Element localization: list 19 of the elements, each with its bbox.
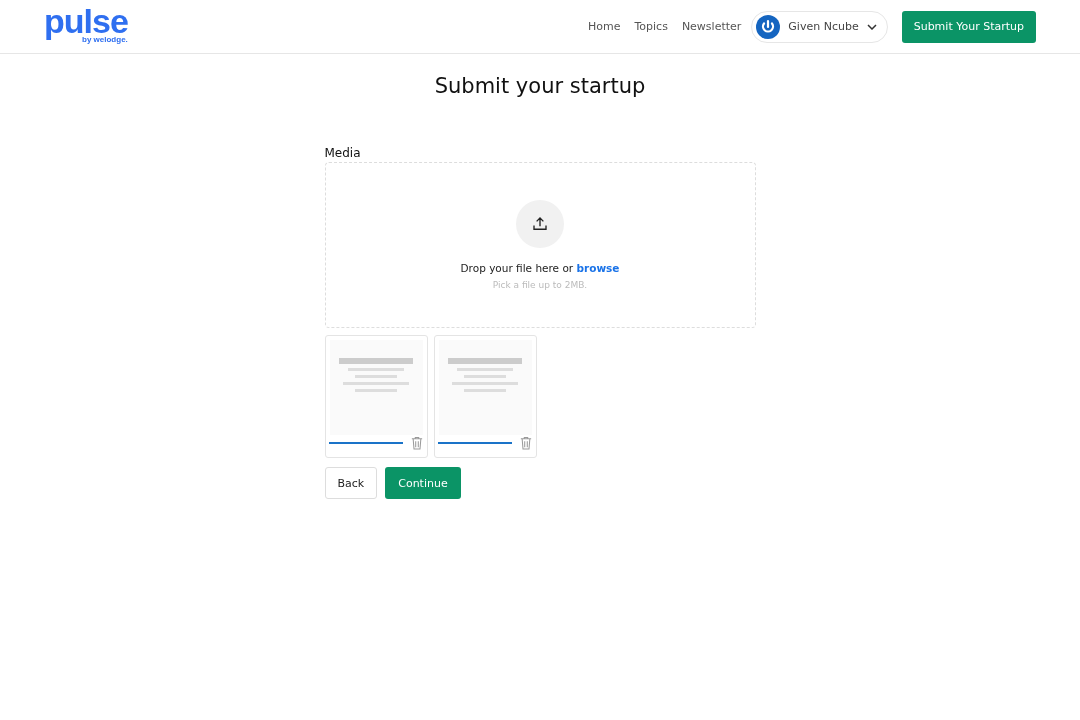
upload-icon: [516, 200, 564, 248]
trash-icon[interactable]: [410, 436, 423, 450]
file-size-hint: Pick a file up to 2MB.: [492, 280, 588, 290]
nav-link[interactable]: Topics: [634, 20, 668, 33]
nav-link[interactable]: Home: [588, 20, 621, 33]
drop-instructions: Drop your file here or browse: [460, 262, 620, 274]
trash-icon[interactable]: [519, 436, 532, 450]
chevron-down-icon: [866, 23, 877, 30]
page-title: Submit your startup: [434, 74, 646, 98]
submit-startup-button[interactable]: Submit Your Startup: [901, 10, 1036, 43]
nav-link[interactable]: Newsletter: [681, 20, 742, 33]
continue-button[interactable]: Continue: [385, 467, 461, 499]
power-avatar-icon: [756, 14, 781, 39]
back-button[interactable]: Back: [324, 467, 378, 499]
media-label: Media: [324, 146, 362, 160]
user-menu-button[interactable]: Given Ncube: [751, 10, 888, 43]
browse-link[interactable]: browse: [576, 262, 620, 274]
logo-wordmark[interactable]: pulse: [44, 3, 128, 38]
file-dropzone[interactable]: Drop your file here or browse Pick a file up to 2MB.: [324, 162, 756, 328]
